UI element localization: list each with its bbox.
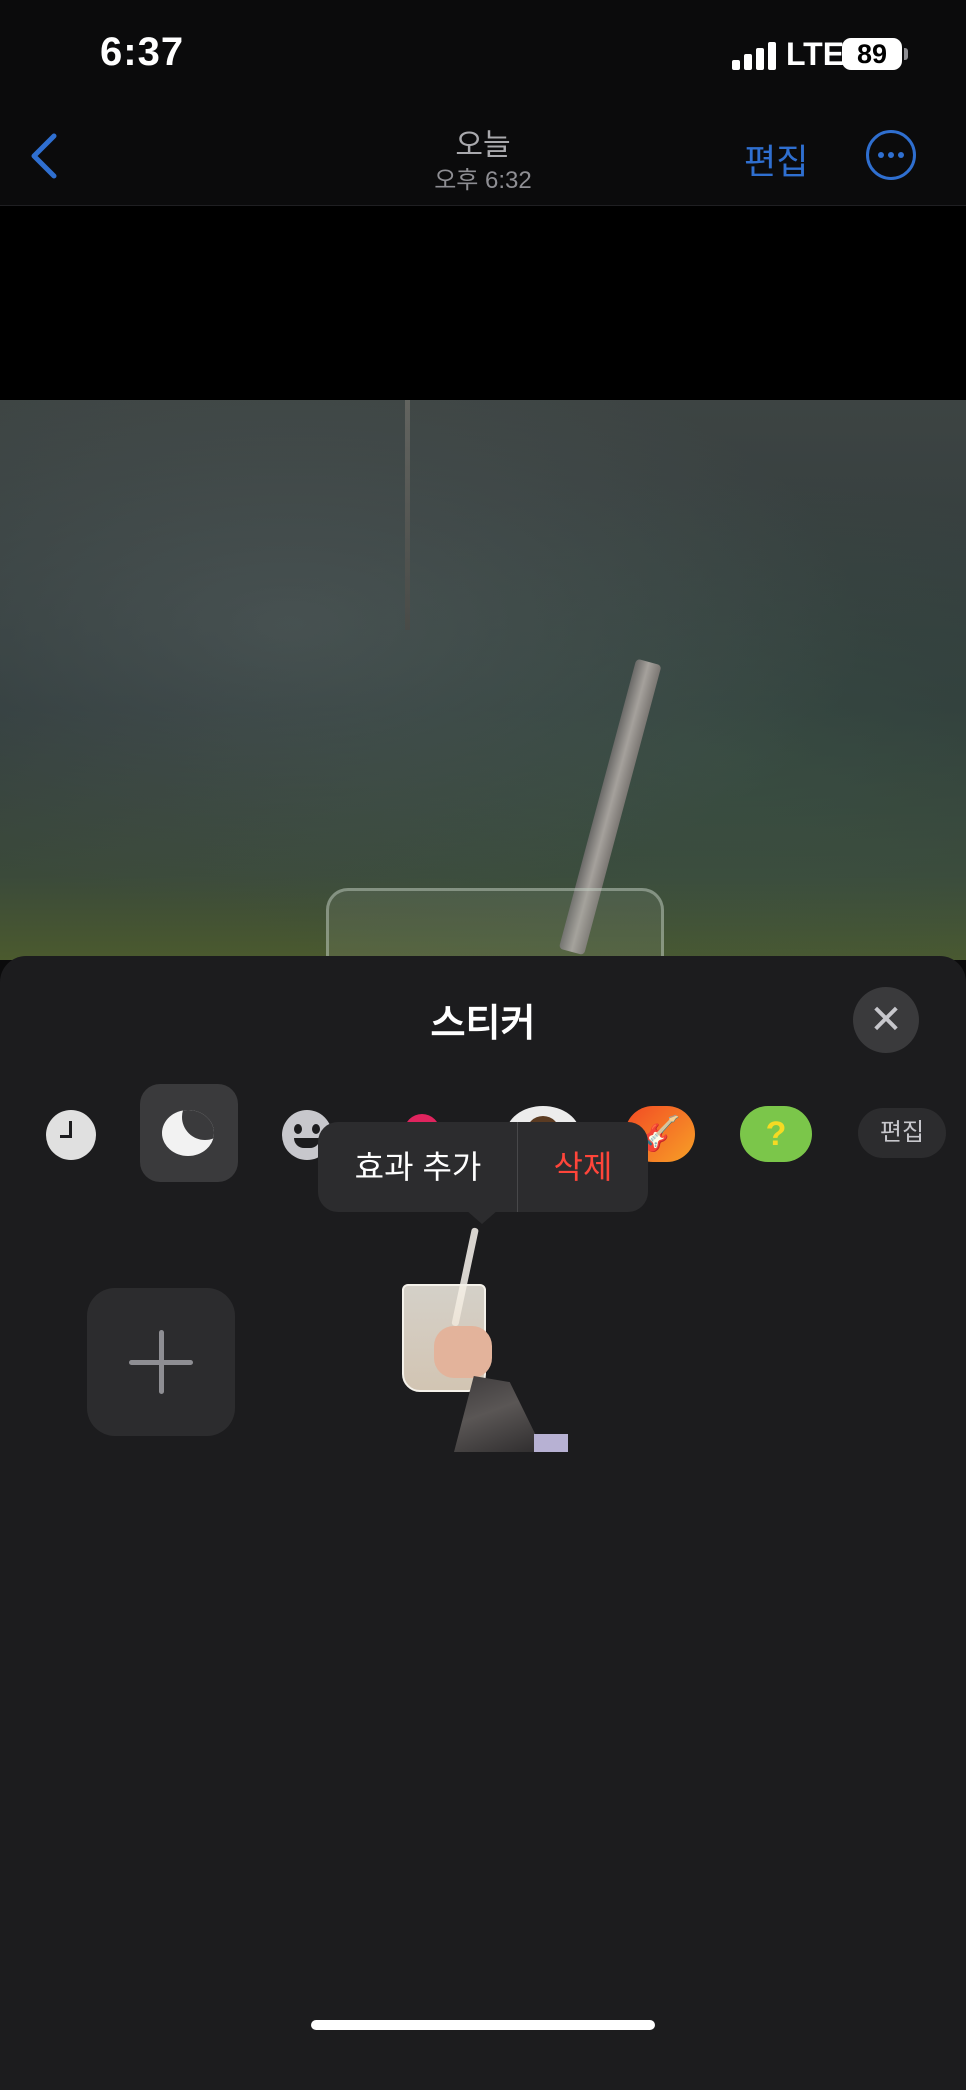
delete-button[interactable]: 삭제 [518,1122,648,1212]
game-icon[interactable]: ? [740,1106,812,1162]
photo-image [0,400,966,960]
battery-icon: 89 [842,38,902,70]
sticker-item[interactable] [396,1226,570,1452]
nav-title: 오늘 [455,129,511,162]
sheet-title: 스티커 [430,1003,536,1045]
photo-detail [326,888,664,960]
tab-edit-button[interactable]: 편집 [858,1108,946,1158]
stickers-icon [162,1110,214,1156]
more-options-icon[interactable] [866,130,916,180]
edit-button[interactable]: 편집 [744,134,808,185]
close-icon[interactable]: ✕ [853,987,919,1053]
nav-subtitle: 오후 6:32 [434,167,532,194]
context-menu: 효과 추가 삭제 [318,1122,648,1224]
network-type: LTE [786,36,845,72]
sticker-sheet: 스티커 ✕ 🎸 ? 편집 효과 추가 삭제 [0,956,966,2090]
status-bar: 6:37 LTE 89 [0,0,966,110]
add-sticker-button[interactable] [87,1288,235,1436]
nav-bar: 오늘 오후 6:32 편집 [0,110,966,206]
battery-cap [904,48,908,60]
photo-detail [405,400,410,630]
recent-icon[interactable] [46,1110,96,1160]
home-indicator[interactable] [311,2020,655,2030]
photo-letterbox [0,206,966,402]
add-effect-button[interactable]: 효과 추가 [318,1122,518,1212]
sticker-detail [434,1326,492,1378]
cellular-signal-icon [732,40,776,70]
sticker-detail [534,1434,568,1452]
status-time: 6:37 [100,30,185,74]
